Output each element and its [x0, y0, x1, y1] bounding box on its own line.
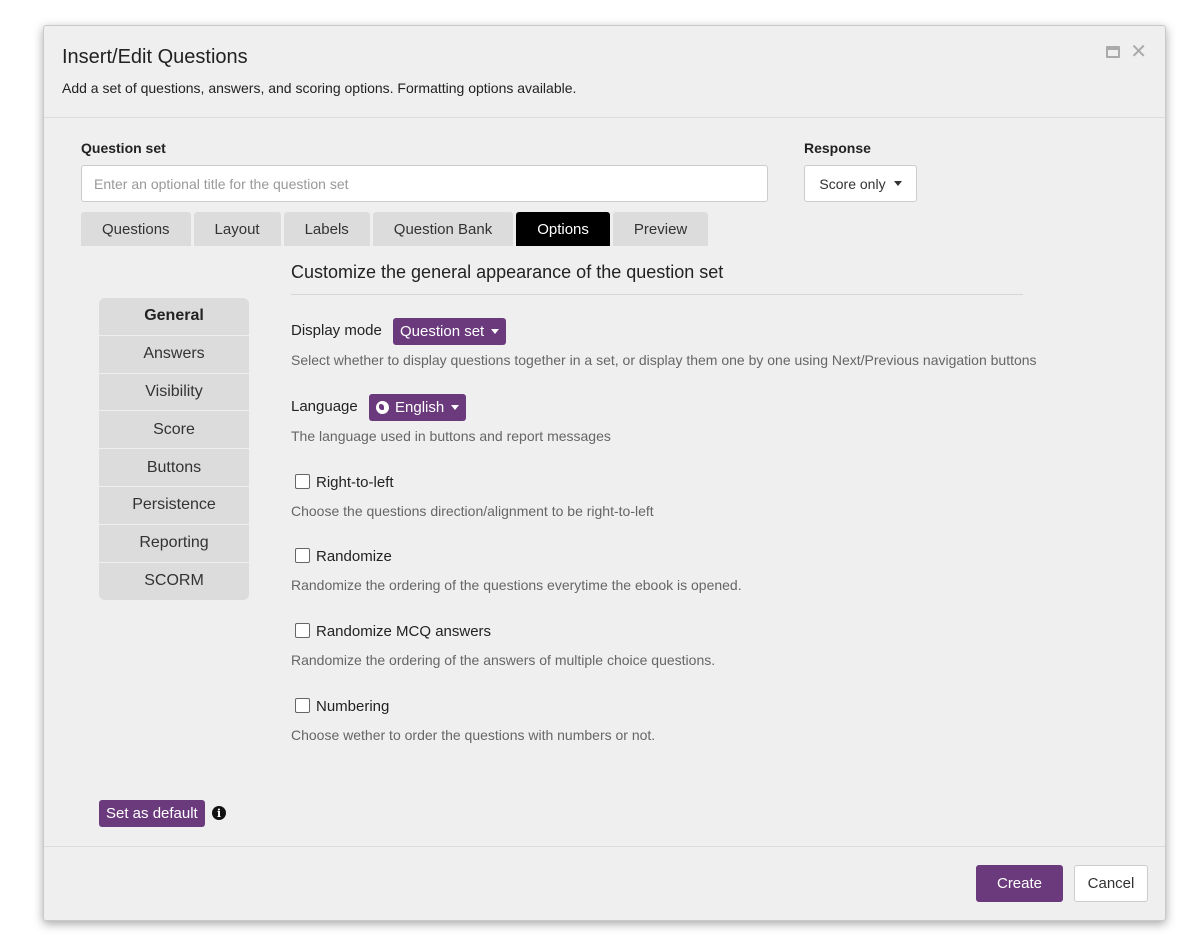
- language-label: Language: [291, 398, 358, 415]
- randomize-mcq-checkbox[interactable]: [295, 623, 310, 638]
- window-controls: ✕: [1106, 42, 1147, 62]
- insert-edit-questions-dialog: Insert/Edit Questions Add a set of quest…: [43, 25, 1166, 921]
- right-to-left-help: Choose the questions direction/alignment…: [291, 503, 654, 519]
- info-icon[interactable]: i: [212, 806, 226, 820]
- right-to-left-checkbox[interactable]: [295, 474, 310, 489]
- create-button[interactable]: Create: [976, 865, 1063, 902]
- language-selected: English: [395, 399, 445, 416]
- randomize-label: Randomize: [316, 548, 392, 565]
- tab-bar: Questions Layout Labels Question Bank Op…: [81, 212, 709, 246]
- language-dropdown[interactable]: English: [369, 394, 467, 421]
- side-nav-persistence[interactable]: Persistence: [99, 487, 249, 525]
- caret-down-icon: [491, 329, 500, 334]
- response-label: Response: [804, 140, 871, 156]
- maximize-icon[interactable]: [1106, 46, 1121, 58]
- caret-down-icon: [893, 181, 902, 186]
- side-nav-answers[interactable]: Answers: [99, 336, 249, 374]
- tab-layout[interactable]: Layout: [193, 212, 281, 246]
- numbering-label: Numbering: [316, 698, 390, 715]
- side-nav-buttons[interactable]: Buttons: [99, 449, 249, 487]
- section-title: Customize the general appearance of the …: [291, 262, 724, 282]
- randomize-help: Randomize the ordering of the questions …: [291, 577, 742, 593]
- tab-labels[interactable]: Labels: [283, 212, 370, 246]
- right-to-left-label: Right-to-left: [316, 474, 394, 491]
- footer-divider: [44, 846, 1165, 847]
- section-divider: [291, 294, 1023, 295]
- globe-icon: [376, 401, 389, 414]
- question-set-label: Question set: [81, 140, 166, 156]
- question-set-title-input[interactable]: [81, 165, 768, 202]
- tab-options[interactable]: Options: [516, 212, 610, 246]
- display-mode-dropdown[interactable]: Question set: [393, 318, 507, 345]
- options-side-nav: General Answers Visibility Score Buttons…: [99, 298, 249, 601]
- response-dropdown[interactable]: Score only: [804, 165, 917, 202]
- display-mode-selected: Question set: [400, 323, 485, 340]
- dialog-subtitle: Add a set of questions, answers, and sco…: [62, 80, 577, 96]
- tab-questions[interactable]: Questions: [81, 212, 191, 246]
- randomize-mcq-help: Randomize the ordering of the answers of…: [291, 652, 716, 668]
- side-nav-general[interactable]: General: [99, 298, 249, 336]
- display-mode-label: Display mode: [291, 322, 382, 339]
- dialog-header: Insert/Edit Questions Add a set of quest…: [44, 26, 1165, 118]
- side-nav-scorm[interactable]: SCORM: [99, 563, 249, 601]
- side-nav-reporting[interactable]: Reporting: [99, 525, 249, 563]
- language-help: The language used in buttons and report …: [291, 428, 611, 444]
- set-as-default-button[interactable]: Set as default: [99, 800, 205, 827]
- side-nav-score[interactable]: Score: [99, 411, 249, 450]
- randomize-mcq-label: Randomize MCQ answers: [316, 623, 492, 640]
- tab-question-bank[interactable]: Question Bank: [372, 212, 514, 246]
- randomize-checkbox[interactable]: [295, 548, 310, 563]
- numbering-help: Choose wether to order the questions wit…: [291, 727, 656, 743]
- close-icon[interactable]: ✕: [1130, 42, 1147, 62]
- response-selected: Score only: [819, 175, 886, 192]
- caret-down-icon: [451, 405, 460, 410]
- dialog-title: Insert/Edit Questions: [62, 46, 248, 68]
- numbering-checkbox[interactable]: [295, 698, 310, 713]
- display-mode-help: Select whether to display questions toge…: [291, 352, 1037, 368]
- cancel-button[interactable]: Cancel: [1074, 865, 1148, 902]
- side-nav-visibility[interactable]: Visibility: [99, 374, 249, 412]
- tab-preview[interactable]: Preview: [612, 212, 709, 246]
